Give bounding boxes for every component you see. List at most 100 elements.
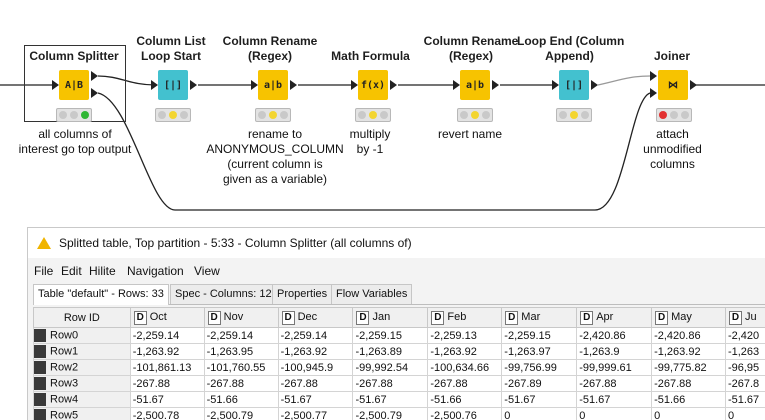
row-id-cell[interactable]: Row4 [34,392,131,408]
table-cell[interactable]: -99,775.82 [652,360,726,376]
table-cell[interactable]: -1,263 [725,344,765,360]
input-port-bottom[interactable] [650,88,657,98]
column-header[interactable]: DJu [725,308,765,328]
table-cell[interactable]: -2,500.78 [130,408,204,420]
table-cell[interactable]: -2,259.14 [204,328,278,344]
table-cell[interactable]: -267.88 [130,376,204,392]
table-cell[interactable]: -2,420.86 [652,328,726,344]
column-header[interactable]: DApr [577,308,652,328]
table-cell[interactable]: -2,420.86 [577,328,652,344]
input-port-top[interactable] [650,71,657,81]
table-cell[interactable]: -2,420 [725,328,765,344]
table-cell[interactable]: -100,945.9 [278,360,353,376]
table-cell[interactable]: -51.67 [353,392,428,408]
menu-file[interactable]: File [34,264,53,278]
output-port[interactable] [492,80,499,90]
node-description[interactable]: multiply by -1 [330,127,410,157]
row-id-cell[interactable]: Row5 [34,408,131,420]
table-cell[interactable]: -2,500.77 [278,408,353,420]
output-port[interactable] [390,80,397,90]
table-cell[interactable]: -51.67 [278,392,353,408]
table-cell[interactable]: -1,263.92 [130,344,204,360]
table-cell[interactable]: -51.67 [725,392,765,408]
menu-navigation[interactable]: Navigation [127,264,184,278]
tab-table[interactable]: Table "default" - Rows: 33 [33,284,169,305]
table-cell[interactable]: -267.88 [353,376,428,392]
table-cell[interactable]: -2,259.14 [130,328,204,344]
tab-flow-variables[interactable]: Flow Variables [331,284,412,304]
table-cell[interactable]: -1,263.92 [428,344,502,360]
node-description[interactable]: all columns of interest go top output [5,127,145,157]
table-cell[interactable]: -2,500.79 [204,408,278,420]
menu-edit[interactable]: Edit [61,264,82,278]
loop-end-icon[interactable]: [|] [559,70,589,100]
table-cell[interactable]: 0 [577,408,652,420]
node-description[interactable]: rename to ANONYMOUS_COLUMN (current colu… [200,127,350,187]
column-header-rowid[interactable]: Row ID [34,308,131,328]
rename-regex-icon[interactable]: a|b [460,70,490,100]
output-port[interactable] [190,80,197,90]
table-cell[interactable]: -99,999.61 [577,360,652,376]
table-row[interactable]: Row0-2,259.14-2,259.14-2,259.14-2,259.15… [34,328,765,344]
input-port[interactable] [52,80,59,90]
input-port[interactable] [351,80,358,90]
output-port-top[interactable] [91,71,98,81]
input-port[interactable] [552,80,559,90]
window-titlebar[interactable]: Splitted table, Top partition - 5:33 - C… [28,228,765,258]
table-cell[interactable]: -1,263.9 [577,344,652,360]
column-header[interactable]: DJan [353,308,428,328]
row-id-cell[interactable]: Row3 [34,376,131,392]
table-cell[interactable]: 0 [725,408,765,420]
table-cell[interactable]: -101,760.55 [204,360,278,376]
table-cell[interactable]: -101,861.13 [130,360,204,376]
table-cell[interactable]: -267.88 [652,376,726,392]
row-id-cell[interactable]: Row2 [34,360,131,376]
output-port[interactable] [290,80,297,90]
table-cell[interactable]: -1,263.92 [278,344,353,360]
table-cell[interactable]: -2,259.13 [428,328,502,344]
table-cell[interactable]: -267.88 [428,376,502,392]
column-header[interactable]: DNov [204,308,278,328]
table-cell[interactable]: -267.8 [725,376,765,392]
column-header[interactable]: DMar [502,308,577,328]
table-cell[interactable]: -96,95 [725,360,765,376]
table-row[interactable]: Row5-2,500.78-2,500.79-2,500.77-2,500.79… [34,408,765,420]
table-cell[interactable]: -99,756.99 [502,360,577,376]
table-cell[interactable]: -267.88 [577,376,652,392]
table-cell[interactable]: -1,263.89 [353,344,428,360]
output-port[interactable] [591,80,598,90]
table-cell[interactable]: -267.89 [502,376,577,392]
table-cell[interactable]: -100,634.66 [428,360,502,376]
table-cell[interactable]: -51.66 [204,392,278,408]
menu-hilite[interactable]: Hilite [89,264,116,278]
table-cell[interactable]: -51.66 [428,392,502,408]
table-row[interactable]: Row3-267.88-267.88-267.88-267.88-267.88-… [34,376,765,392]
tab-properties[interactable]: Properties [272,284,332,304]
column-splitter-icon[interactable]: A|B [59,70,89,100]
input-port[interactable] [151,80,158,90]
table-cell[interactable]: -1,263.92 [652,344,726,360]
rename-regex-icon[interactable]: a|b [258,70,288,100]
column-header[interactable]: DOct [130,308,204,328]
row-id-cell[interactable]: Row0 [34,328,131,344]
table-row[interactable]: Row2-101,861.13-101,760.55-100,945.9 -99,… [34,360,765,376]
node-description[interactable]: attach unmodified columns [630,127,715,172]
math-formula-icon[interactable]: f(x) [358,70,388,100]
menu-view[interactable]: View [194,264,220,278]
table-cell[interactable]: 0 [502,408,577,420]
table-cell[interactable]: -2,259.14 [278,328,353,344]
input-port[interactable] [453,80,460,90]
table-cell[interactable]: -51.67 [502,392,577,408]
table-cell[interactable]: -2,500.79 [353,408,428,420]
table-cell[interactable]: -2,259.15 [502,328,577,344]
table-cell[interactable]: -1,263.97 [502,344,577,360]
table-cell[interactable]: -2,259.15 [353,328,428,344]
joiner-icon[interactable]: ⋈ [658,70,688,100]
table-cell[interactable]: -51.66 [652,392,726,408]
table-cell[interactable]: -51.67 [577,392,652,408]
table-cell[interactable]: -267.88 [278,376,353,392]
node-description[interactable]: revert name [430,127,510,142]
table-cell[interactable]: -51.67 [130,392,204,408]
table-cell[interactable]: -267.88 [204,376,278,392]
loop-start-icon[interactable]: [|] [158,70,188,100]
